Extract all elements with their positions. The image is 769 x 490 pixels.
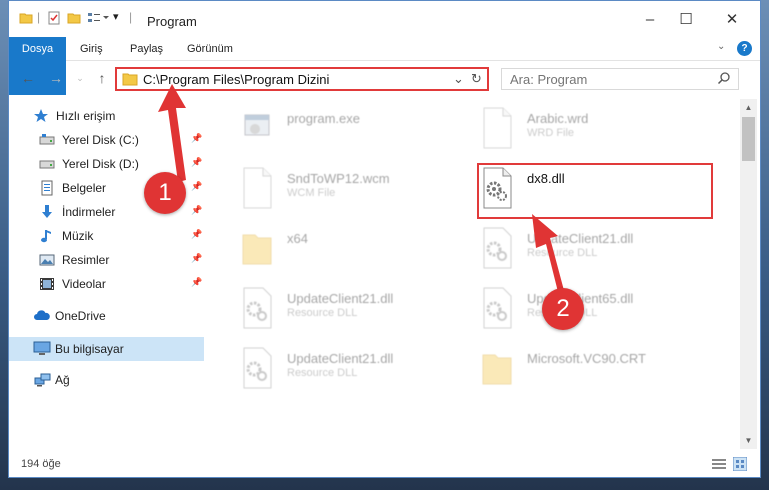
- annotation-marker-2: 2: [542, 288, 584, 330]
- annotation-marker-1: 1: [144, 172, 186, 214]
- annotation-arrows: [158, 84, 566, 300]
